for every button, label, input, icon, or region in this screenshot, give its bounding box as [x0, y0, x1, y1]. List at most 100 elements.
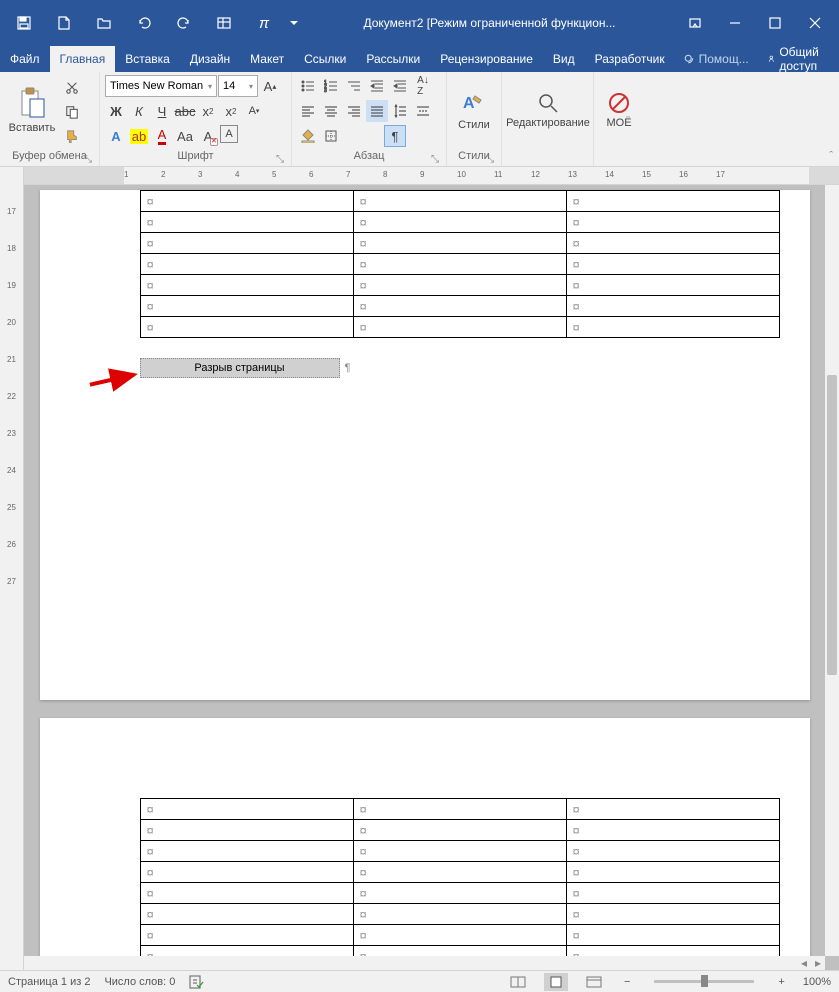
- word-count[interactable]: Число слов: 0: [104, 976, 175, 988]
- table-cell[interactable]: [566, 275, 779, 296]
- table-cell[interactable]: [566, 862, 779, 883]
- decrease-indent-button[interactable]: [366, 75, 388, 97]
- minimize-button[interactable]: [715, 0, 755, 46]
- table-cell[interactable]: [140, 883, 353, 904]
- bullets-button[interactable]: [297, 75, 319, 97]
- table-cell[interactable]: [140, 904, 353, 925]
- table-cell[interactable]: [353, 233, 566, 254]
- table-row[interactable]: [140, 799, 779, 820]
- strikethrough-button[interactable]: abc: [174, 100, 196, 122]
- table-cell[interactable]: [140, 820, 353, 841]
- qat-customize[interactable]: [284, 0, 304, 46]
- table-cell[interactable]: [566, 925, 779, 946]
- moe-button[interactable]: МОЁ: [599, 75, 639, 145]
- new-button[interactable]: [44, 0, 84, 46]
- character-border-button[interactable]: A: [220, 125, 238, 143]
- styles-launcher[interactable]: ⤡: [484, 152, 496, 164]
- scrollbar-thumb[interactable]: [827, 375, 837, 675]
- table-cell[interactable]: [140, 925, 353, 946]
- table-cell[interactable]: [566, 904, 779, 925]
- zoom-out-button[interactable]: −: [620, 976, 634, 988]
- table-row[interactable]: [140, 254, 779, 275]
- italic-button[interactable]: К: [128, 100, 150, 122]
- table-cell[interactable]: [140, 191, 353, 212]
- tab-home[interactable]: Главная: [50, 46, 116, 72]
- open-button[interactable]: [84, 0, 124, 46]
- copy-button[interactable]: [61, 101, 83, 123]
- ribbon-display-options[interactable]: [675, 0, 715, 46]
- table-row[interactable]: [140, 883, 779, 904]
- page-2[interactable]: [40, 718, 810, 956]
- table-row[interactable]: [140, 233, 779, 254]
- table-cell[interactable]: [566, 799, 779, 820]
- close-button[interactable]: [795, 0, 835, 46]
- editing-button[interactable]: Редактирование: [507, 75, 589, 145]
- underline-button[interactable]: Ч: [151, 100, 173, 122]
- table-row[interactable]: [140, 212, 779, 233]
- bold-button[interactable]: Ж: [105, 100, 127, 122]
- shrink-font-button[interactable]: A▾: [243, 100, 265, 122]
- save-button[interactable]: [4, 0, 44, 46]
- clear-formatting-button[interactable]: A✕: [197, 125, 219, 147]
- distribute-button[interactable]: [412, 100, 434, 122]
- numbering-button[interactable]: 123: [320, 75, 342, 97]
- page-break-indicator[interactable]: Разрыв страницы ¶: [140, 358, 340, 378]
- table-cell[interactable]: [566, 883, 779, 904]
- tab-review[interactable]: Рецензирование: [430, 46, 543, 72]
- grow-font-button[interactable]: A▴: [259, 75, 281, 97]
- table-cell[interactable]: [140, 946, 353, 957]
- font-color-button[interactable]: A: [151, 125, 173, 147]
- table-cell[interactable]: [566, 946, 779, 957]
- horizontal-ruler[interactable]: 1234567891011121314151617: [24, 167, 839, 185]
- document-scroll[interactable]: Разрыв страницы ¶: [24, 185, 825, 956]
- styles-button[interactable]: A Стили: [452, 75, 496, 145]
- read-mode-button[interactable]: [506, 973, 530, 991]
- table-cell[interactable]: [566, 841, 779, 862]
- subscript-button[interactable]: x2: [197, 100, 219, 122]
- tab-design[interactable]: Дизайн: [180, 46, 240, 72]
- increase-indent-button[interactable]: [389, 75, 411, 97]
- table-cell[interactable]: [566, 254, 779, 275]
- table-cell[interactable]: [353, 820, 566, 841]
- table-cell[interactable]: [140, 799, 353, 820]
- align-left-button[interactable]: [297, 100, 319, 122]
- table-row[interactable]: [140, 317, 779, 338]
- table-row[interactable]: [140, 191, 779, 212]
- sort-button[interactable]: A↓Z: [412, 75, 434, 97]
- vertical-ruler[interactable]: /*populated below*/ 17181920212223242526…: [0, 167, 24, 970]
- table-cell[interactable]: [353, 212, 566, 233]
- table-row[interactable]: [140, 275, 779, 296]
- table-cell[interactable]: [140, 275, 353, 296]
- table-cell[interactable]: [566, 191, 779, 212]
- table-cell[interactable]: [353, 925, 566, 946]
- table-cell[interactable]: [566, 820, 779, 841]
- zoom-in-button[interactable]: +: [774, 976, 788, 988]
- table-cell[interactable]: [140, 296, 353, 317]
- table-cell[interactable]: [353, 883, 566, 904]
- table-row[interactable]: [140, 296, 779, 317]
- table-row[interactable]: [140, 904, 779, 925]
- highlight-button[interactable]: ab: [128, 125, 150, 147]
- line-spacing-button[interactable]: [389, 100, 411, 122]
- tell-me-search[interactable]: Помощ...: [675, 46, 757, 72]
- multilevel-list-button[interactable]: [343, 75, 365, 97]
- align-right-button[interactable]: [343, 100, 365, 122]
- table-cell[interactable]: [353, 275, 566, 296]
- table-cell[interactable]: [140, 317, 353, 338]
- print-layout-button[interactable]: [544, 973, 568, 991]
- tab-view[interactable]: Вид: [543, 46, 585, 72]
- table-cell[interactable]: [353, 946, 566, 957]
- equation-button[interactable]: π: [244, 0, 284, 46]
- horizontal-scrollbar[interactable]: ◂ ▸: [24, 956, 825, 970]
- undo-button[interactable]: [124, 0, 164, 46]
- tab-references[interactable]: Ссылки: [294, 46, 356, 72]
- table-cell[interactable]: [566, 317, 779, 338]
- table-row[interactable]: [140, 841, 779, 862]
- table-cell[interactable]: [140, 212, 353, 233]
- table-page2[interactable]: [140, 798, 780, 956]
- table-cell[interactable]: [353, 317, 566, 338]
- table-cell[interactable]: [353, 296, 566, 317]
- table-cell[interactable]: [566, 212, 779, 233]
- page-status[interactable]: Страница 1 из 2: [8, 976, 90, 988]
- scroll-right-arrow[interactable]: ▸: [811, 956, 825, 970]
